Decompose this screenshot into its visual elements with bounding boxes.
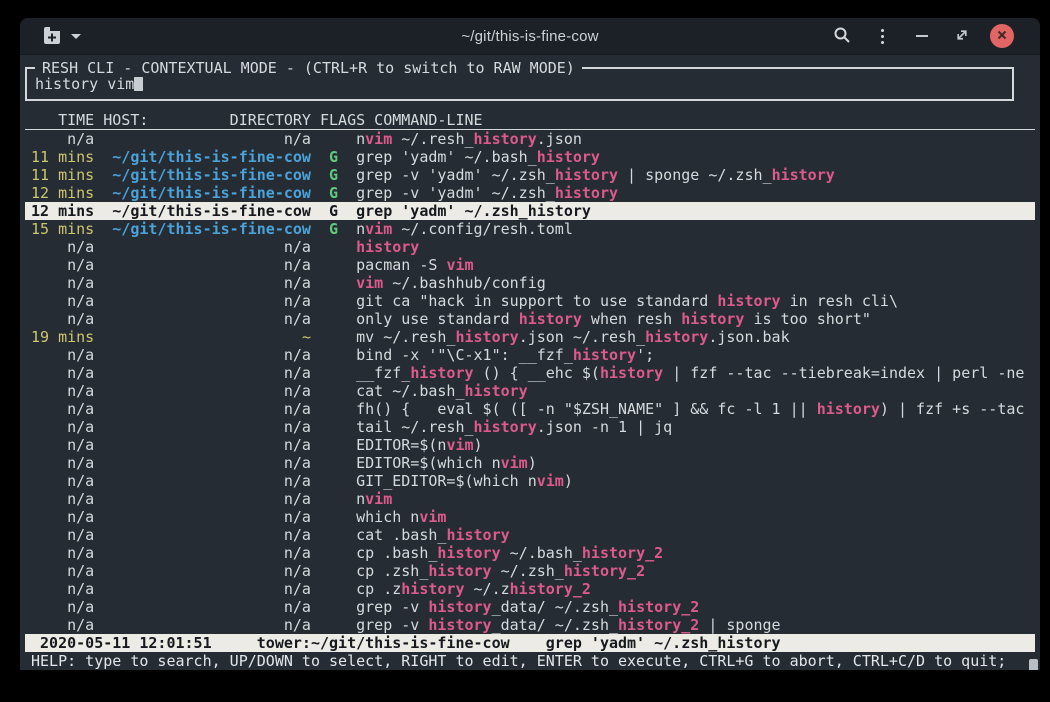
status-bar: 2020-05-11 12:01:51 tower:~/git/this-is-… [25,634,1035,652]
history-row[interactable]: n/a n/a __fzf_history () { __ehc $(histo… [25,364,1035,382]
history-row[interactable]: 12 mins ~/git/this-is-fine-cow G grep -v… [25,184,1035,202]
history-row[interactable]: n/a n/a which nvim [25,508,1035,526]
history-row[interactable]: n/a n/a EDITOR=$(which nvim) [25,454,1035,472]
history-row[interactable]: n/a n/a vim ~/.bashhub/config [25,274,1035,292]
history-row[interactable]: 11 mins ~/git/this-is-fine-cow G grep 'y… [25,148,1035,166]
history-row[interactable]: n/a n/a GIT_EDITOR=$(which nvim) [25,472,1035,490]
search-box-title: RESH CLI - CONTEXTUAL MODE - (CTRL+R to … [35,59,582,77]
new-tab-button[interactable] [42,26,62,47]
table-header: TIME HOST: DIRECTORY FLAGS COMMAND-LINE [25,111,1035,130]
scrollbar-thumb[interactable] [1029,659,1038,670]
kebab-menu-icon [881,29,884,44]
screenshot-root: { "window": { "title": "~/git/this-is-fi… [0,0,1050,702]
history-row[interactable]: n/a n/a grep -v history_data/ ~/.zsh_his… [25,616,1035,634]
history-row[interactable]: 15 mins ~/git/this-is-fine-cow G nvim ~/… [25,220,1035,238]
minimize-button[interactable] [910,24,934,48]
search-input[interactable]: history vim [27,75,143,93]
history-row[interactable]: n/a n/a cat .bash_history [25,526,1035,544]
search-box[interactable]: RESH CLI - CONTEXTUAL MODE - (CTRL+R to … [25,67,1014,101]
terminal-window: ~/git/this-is-fine-cow [20,18,1040,670]
history-row[interactable]: n/a n/a only use standard history when r… [25,310,1035,328]
history-row[interactable]: n/a n/a cp .zsh_history ~/.zsh_history_2 [25,562,1035,580]
menu-button[interactable] [870,24,894,48]
history-row[interactable]: n/a n/a cp .zhistory ~/.zhistory_2 [25,580,1035,598]
history-row[interactable]: n/a n/a cp .bash_history ~/.bash_history… [25,544,1035,562]
chevron-down-icon[interactable] [71,34,81,39]
history-row[interactable]: n/a n/a cat ~/.bash_history [25,382,1035,400]
search-icon [833,26,851,47]
close-icon [996,29,1008,44]
history-row[interactable]: n/a n/a fh() { eval $( ([ -n "$ZSH_NAME"… [25,400,1035,418]
search-button[interactable] [830,24,854,48]
history-table: TIME HOST: DIRECTORY FLAGS COMMAND-LINE … [25,111,1035,670]
history-row[interactable]: n/a n/a nvim [25,490,1035,508]
history-row[interactable]: n/a n/a nvim ~/.resh_history.json [25,130,1035,148]
terminal-content: RESH CLI - CONTEXTUAL MODE - (CTRL+R to … [20,67,1040,670]
history-row[interactable]: 19 mins ~ mv ~/.resh_history.json ~/.res… [25,328,1035,346]
history-row[interactable]: n/a n/a EDITOR=$(nvim) [25,436,1035,454]
history-row[interactable]: 11 mins ~/git/this-is-fine-cow G grep -v… [25,166,1035,184]
history-row[interactable]: n/a n/a git ca "hack in support to use s… [25,292,1035,310]
restore-button[interactable] [950,24,974,48]
text-cursor [134,75,143,91]
history-row[interactable]: n/a n/a tail ~/.resh_history.json -n 1 |… [25,418,1035,436]
titlebar: ~/git/this-is-fine-cow [20,18,1040,55]
history-row[interactable]: n/a n/a history [25,238,1035,256]
minimize-icon [916,35,928,37]
history-row[interactable]: n/a n/a bind -x '"\C-x1": __fzf_history'… [25,346,1035,364]
history-row[interactable]: n/a n/a pacman -S vim [25,256,1035,274]
search-query-text: history vim [35,75,134,93]
close-button[interactable] [990,24,1014,48]
new-tab-icon [42,26,62,47]
restore-icon [955,28,969,45]
history-row[interactable]: n/a n/a grep -v history_data/ ~/.zsh_his… [25,598,1035,616]
history-rows: n/a n/a nvim ~/.resh_history.json11 mins… [25,130,1035,634]
history-row-selected[interactable]: 12 mins ~/git/this-is-fine-cow G grep 'y… [25,202,1035,220]
help-line: HELP: type to search, UP/DOWN to select,… [25,652,1035,670]
